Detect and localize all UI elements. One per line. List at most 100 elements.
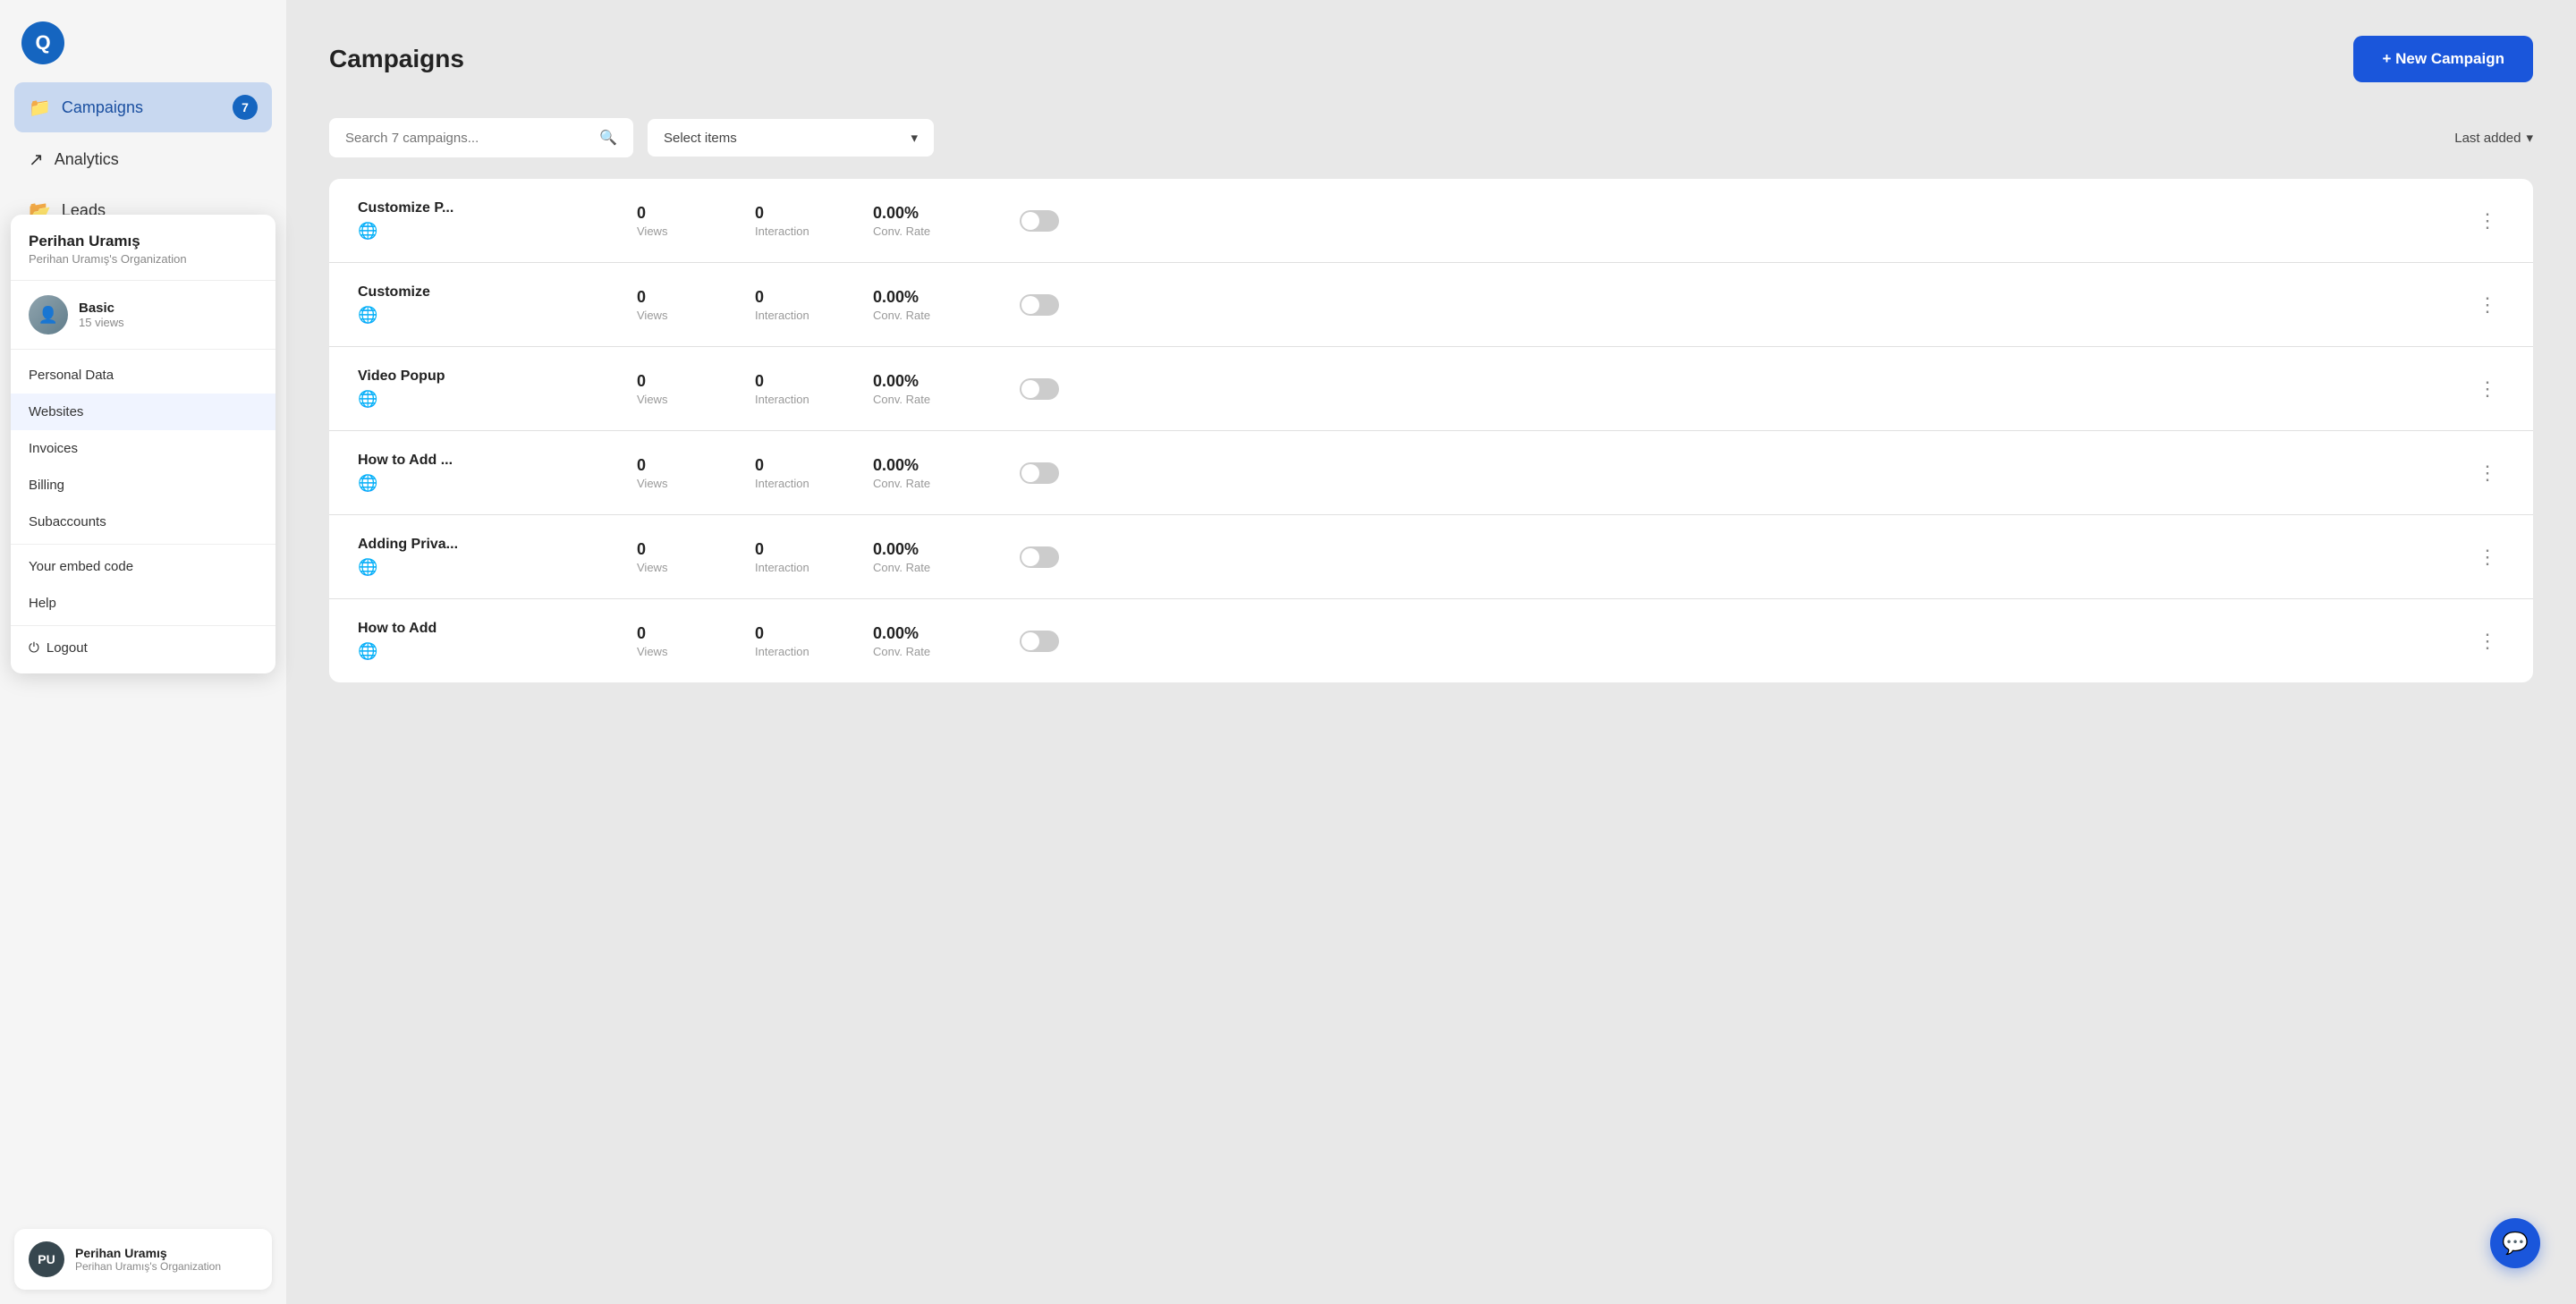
views-label: Views [637, 224, 667, 238]
campaign-toggle[interactable] [1020, 462, 1059, 484]
campaign-toggle[interactable] [1020, 378, 1059, 400]
conv-rate-value: 0.00% [873, 540, 919, 559]
campaigns-icon: 📁 [29, 97, 51, 119]
campaign-name-col: How to Add 🌐 [358, 621, 608, 661]
user-plan-row: 👤 Basic 15 views [11, 281, 275, 350]
toggle-switch[interactable] [1020, 546, 1059, 568]
views-value: 0 [637, 288, 646, 307]
new-campaign-button[interactable]: + New Campaign [2353, 36, 2533, 82]
interaction-label: Interaction [755, 477, 809, 490]
search-input[interactable] [345, 131, 590, 146]
toggle-switch[interactable] [1020, 210, 1059, 232]
sidebar-campaigns-label: Campaigns [62, 98, 143, 117]
conv-rate-label: Conv. Rate [873, 393, 930, 406]
logout-label: Logout [47, 640, 88, 656]
filters-bar: 🔍 Select items ▾ Last added ▾ [329, 118, 2533, 157]
campaign-more-button[interactable]: ⋮ [2470, 626, 2504, 656]
sidebar-item-analytics[interactable]: ↗ Analytics [14, 136, 272, 183]
chevron-down-icon: ▾ [911, 130, 918, 146]
campaign-toggle[interactable] [1020, 210, 1059, 232]
menu-websites[interactable]: Websites [11, 394, 275, 430]
app-logo[interactable]: Q [21, 21, 64, 64]
menu-billing[interactable]: Billing [11, 467, 275, 504]
interaction-label: Interaction [755, 393, 809, 406]
conv-rate-label: Conv. Rate [873, 645, 930, 658]
interaction-label: Interaction [755, 561, 809, 574]
campaign-row: Adding Priva... 🌐 0 Views 0 Interaction … [329, 515, 2533, 599]
campaign-interaction-stat: 0 Interaction [755, 540, 844, 574]
campaign-name-col: Customize P... 🌐 [358, 200, 608, 241]
views-value: 0 [637, 204, 646, 223]
campaign-toggle[interactable] [1020, 546, 1059, 568]
globe-icon: 🌐 [358, 222, 608, 241]
sidebar-bottom: PU Perihan Uramış Perihan Uramış's Organ… [0, 1215, 286, 1304]
analytics-icon: ↗ [29, 148, 44, 171]
campaign-more-button[interactable]: ⋮ [2470, 458, 2504, 488]
sidebar-item-campaigns[interactable]: 📁 Campaigns 7 [14, 82, 272, 132]
campaign-views-stat: 0 Views [637, 456, 726, 490]
menu-embed-code[interactable]: Your embed code [11, 548, 275, 585]
campaign-views-stat: 0 Views [637, 288, 726, 322]
campaign-name: Adding Priva... [358, 537, 608, 553]
campaign-toggle[interactable] [1020, 294, 1059, 316]
toggle-switch[interactable] [1020, 462, 1059, 484]
menu-logout[interactable]: ⏻ Logout [11, 630, 275, 666]
views-value: 0 [637, 372, 646, 391]
menu-help[interactable]: Help [11, 585, 275, 622]
campaign-more-button[interactable]: ⋮ [2470, 206, 2504, 236]
conv-rate-value: 0.00% [873, 372, 919, 391]
user-bar-org: Perihan Uramış's Organization [75, 1260, 221, 1273]
search-box: 🔍 [329, 118, 633, 157]
campaign-interaction-stat: 0 Interaction [755, 288, 844, 322]
campaign-views-stat: 0 Views [637, 624, 726, 658]
globe-icon: 🌐 [358, 474, 608, 493]
campaign-more-button[interactable]: ⋮ [2470, 290, 2504, 320]
campaign-row: Video Popup 🌐 0 Views 0 Interaction 0.00… [329, 347, 2533, 431]
campaign-row: How to Add ... 🌐 0 Views 0 Interaction 0… [329, 431, 2533, 515]
conv-rate-value: 0.00% [873, 456, 919, 475]
chat-button[interactable]: 💬 [2490, 1218, 2540, 1268]
campaign-views-stat: 0 Views [637, 372, 726, 406]
plan-name: Basic [79, 301, 124, 316]
views-value: 0 [637, 624, 646, 643]
menu-invoices[interactable]: Invoices [11, 430, 275, 467]
dropdown-divider-2 [11, 625, 275, 626]
sort-control[interactable]: Last added ▾ [2454, 130, 2533, 146]
campaign-conv-stat: 0.00% Conv. Rate [873, 372, 962, 406]
select-items-dropdown[interactable]: Select items ▾ [648, 119, 934, 157]
toggle-switch[interactable] [1020, 378, 1059, 400]
campaign-conv-stat: 0.00% Conv. Rate [873, 204, 962, 238]
campaign-row: How to Add 🌐 0 Views 0 Interaction 0.00%… [329, 599, 2533, 682]
campaign-toggle[interactable] [1020, 631, 1059, 652]
user-bar-info: Perihan Uramış Perihan Uramış's Organiza… [75, 1246, 221, 1273]
globe-icon: 🌐 [358, 642, 608, 661]
toggle-switch[interactable] [1020, 631, 1059, 652]
dropdown-menu-items: Personal Data Websites Invoices Billing … [11, 350, 275, 673]
conv-rate-value: 0.00% [873, 204, 919, 223]
user-dropdown-header: Perihan Uramış Perihan Uramış's Organiza… [11, 215, 275, 281]
views-label: Views [637, 645, 667, 658]
main-content: Campaigns + New Campaign 🔍 Select items … [286, 0, 2576, 1304]
dropdown-user-org: Perihan Uramış's Organization [29, 252, 258, 266]
interaction-value: 0 [755, 540, 764, 559]
menu-personal-data[interactable]: Personal Data [11, 357, 275, 394]
user-bar[interactable]: PU Perihan Uramış Perihan Uramış's Organ… [14, 1229, 272, 1290]
campaign-more-button[interactable]: ⋮ [2470, 374, 2504, 404]
campaign-conv-stat: 0.00% Conv. Rate [873, 456, 962, 490]
campaign-row: Customize 🌐 0 Views 0 Interaction 0.00% … [329, 263, 2533, 347]
campaign-name-col: Adding Priva... 🌐 [358, 537, 608, 577]
interaction-label: Interaction [755, 309, 809, 322]
views-label: Views [637, 561, 667, 574]
toggle-switch[interactable] [1020, 294, 1059, 316]
campaign-list: Customize P... 🌐 0 Views 0 Interaction 0… [329, 179, 2533, 682]
menu-subaccounts[interactable]: Subaccounts [11, 504, 275, 540]
sidebar-nav: 📁 Campaigns 7 ↗ Analytics 📂 Leads [0, 82, 286, 234]
campaign-more-button[interactable]: ⋮ [2470, 542, 2504, 572]
views-label: Views [637, 309, 667, 322]
select-items-label: Select items [664, 131, 737, 146]
campaign-row: Customize P... 🌐 0 Views 0 Interaction 0… [329, 179, 2533, 263]
campaign-name: Video Popup [358, 368, 608, 385]
campaign-interaction-stat: 0 Interaction [755, 456, 844, 490]
interaction-label: Interaction [755, 645, 809, 658]
main-header: Campaigns + New Campaign [329, 36, 2533, 82]
